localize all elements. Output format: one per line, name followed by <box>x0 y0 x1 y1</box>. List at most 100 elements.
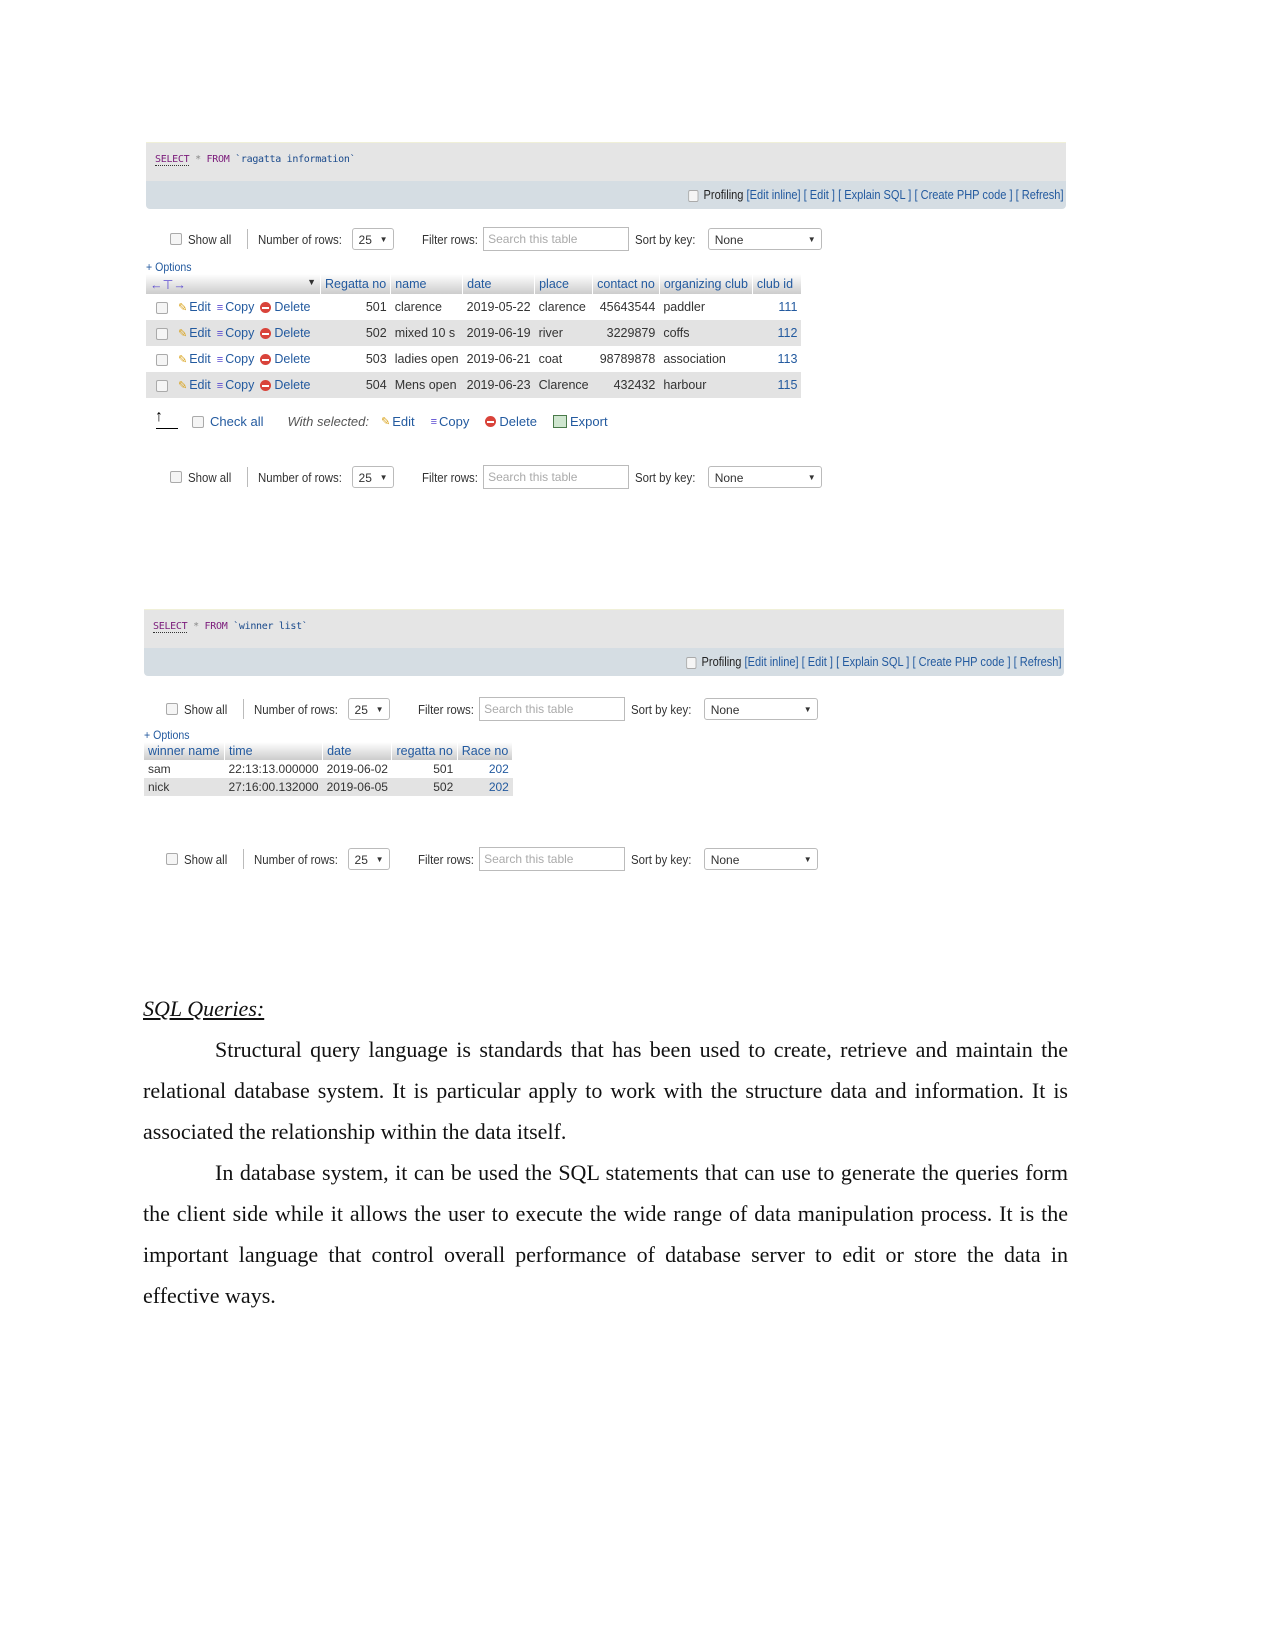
divider <box>243 849 245 869</box>
row-copy-link[interactable]: Copy <box>225 352 254 366</box>
row-delete-link[interactable]: Delete <box>274 300 310 314</box>
create-php-code-link[interactable]: [ Create PHP code ] <box>913 654 1011 669</box>
query-toolbar: Profiling [Edit inline] [ Edit ] [ Expla… <box>144 648 1064 676</box>
row-delete-link[interactable]: Delete <box>274 326 310 340</box>
row-checkbox[interactable] <box>156 301 168 314</box>
bottom-navigation-bar: Show all Number of rows: 25 ▼ Filter rows… <box>146 458 1066 494</box>
sql-keyword-select[interactable]: SELECT <box>155 154 190 166</box>
show-all-checkbox[interactable] <box>166 703 178 715</box>
cell-date: 2019-06-02 <box>322 760 392 778</box>
options-toggle[interactable]: + Options <box>146 260 956 274</box>
table-row: nick 27:16:00.132000 2019-06-05 502 202 <box>144 778 513 796</box>
bulk-export-button[interactable]: Export <box>570 414 608 429</box>
column-header-date[interactable]: date <box>462 274 536 294</box>
filter-rows-input[interactable]: Search this table <box>479 847 626 871</box>
row-edit-link[interactable]: Edit <box>189 326 211 340</box>
dropdown-arrow-icon: ▼ <box>807 235 816 244</box>
row-delete-link[interactable]: Delete <box>274 378 310 392</box>
dropdown-arrow-icon: ▼ <box>375 855 384 864</box>
row-delete-link[interactable]: Delete <box>274 352 310 366</box>
number-of-rows-select[interactable]: 25 ▼ <box>347 698 390 720</box>
check-all-label[interactable]: Check all <box>210 414 263 429</box>
refresh-link[interactable]: [ Refresh] <box>1014 654 1062 669</box>
cell-regatta-no: 502 <box>391 778 458 796</box>
row-checkbox[interactable] <box>156 353 168 366</box>
cell-club-id[interactable]: 111 <box>752 294 802 320</box>
row-checkbox[interactable] <box>156 327 168 340</box>
row-edit-link[interactable]: Edit <box>189 378 211 392</box>
sort-by-key-select[interactable]: None ▼ <box>707 466 822 488</box>
number-of-rows-select[interactable]: 25 ▼ <box>351 228 394 250</box>
row-copy-link[interactable]: Copy <box>225 326 254 340</box>
column-header-name[interactable]: name <box>390 274 464 294</box>
cell-place: Clarence <box>534 372 593 398</box>
cell-race-no[interactable]: 202 <box>457 778 513 796</box>
sort-by-key-select[interactable]: None ▼ <box>703 848 818 870</box>
number-of-rows-select[interactable]: 25 ▼ <box>347 848 390 870</box>
check-all-checkbox[interactable] <box>192 415 204 428</box>
column-header-race-no[interactable]: Race no <box>457 742 514 760</box>
sql-query-text: SELECT * FROM `ragatta information` <box>155 154 356 166</box>
divider <box>247 467 249 487</box>
sort-by-key-label: Sort by key: <box>635 231 696 247</box>
options-toggle[interactable]: + Options <box>144 728 954 742</box>
column-header-time[interactable]: time <box>224 742 324 760</box>
bulk-copy-button[interactable]: Copy <box>439 414 469 429</box>
profiling-checkbox[interactable] <box>688 189 699 202</box>
filter-rows-input[interactable]: Search this table <box>483 465 630 489</box>
row-copy-link[interactable]: Copy <box>225 300 254 314</box>
explain-sql-link[interactable]: [ Explain SQL ] <box>837 654 910 669</box>
cell-club-id[interactable]: 112 <box>752 320 802 346</box>
sort-by-key-select[interactable]: None ▼ <box>703 698 818 720</box>
edit-inline-link[interactable]: [Edit inline] <box>747 187 801 202</box>
document-body: SQL Queries: Structural query language i… <box>143 988 1068 1316</box>
show-all-checkbox[interactable] <box>170 233 182 245</box>
number-of-rows-label: Number of rows: <box>254 701 339 717</box>
cell-club-id[interactable]: 113 <box>752 346 802 372</box>
bulk-delete-button[interactable]: Delete <box>499 414 537 429</box>
filter-rows-input[interactable]: Search this table <box>483 227 630 251</box>
edit-inline-link[interactable]: [Edit inline] <box>745 654 799 669</box>
row-copy-link[interactable]: Copy <box>225 378 254 392</box>
column-header-place[interactable]: place <box>534 274 594 294</box>
refresh-link[interactable]: [ Refresh] <box>1016 187 1064 202</box>
sort-by-key-select[interactable]: None ▼ <box>707 228 822 250</box>
show-all-checkbox[interactable] <box>170 471 182 483</box>
divider <box>247 229 249 249</box>
column-header-regatta-no[interactable]: Regatta no <box>320 274 392 294</box>
cell-name: clarence <box>390 294 463 320</box>
bulk-actions-bar: Check all With selected: ✎Edit ≡Copy Del… <box>146 408 1066 438</box>
cell-race-no[interactable]: 202 <box>457 760 513 778</box>
sql-keyword-select[interactable]: SELECT <box>153 621 188 633</box>
column-header-date[interactable]: date <box>322 742 393 760</box>
explain-sql-link[interactable]: [ Explain SQL ] <box>839 187 912 202</box>
column-header-club-id[interactable]: club id <box>752 274 802 294</box>
top-navigation-bar: Show all Number of rows: 25 ▼ Filter rows… <box>146 220 1066 256</box>
show-all-checkbox[interactable] <box>166 853 178 865</box>
column-header-regatta-no[interactable]: regatta no <box>391 742 458 760</box>
column-header-winner-name[interactable]: winner name <box>144 742 225 760</box>
filter-rows-input[interactable]: Search this table <box>479 697 626 721</box>
column-header-contact-no[interactable]: contact no <box>592 274 660 294</box>
bulk-edit-button[interactable]: Edit <box>392 414 414 429</box>
cell-name: ladies open <box>390 346 463 372</box>
row-checkbox[interactable] <box>156 379 168 392</box>
sort-filter-icon[interactable]: ▼ <box>307 277 316 287</box>
column-resize-header[interactable]: ←⊤→ ▼ <box>146 274 322 294</box>
edit-link[interactable]: [ Edit ] <box>804 187 835 202</box>
column-header-organizing-club[interactable]: organizing club <box>659 274 753 294</box>
regatta-table: ←⊤→ ▼ Regatta no name date place contact … <box>146 274 802 398</box>
cell-club-id[interactable]: 115 <box>752 372 802 398</box>
create-php-code-link[interactable]: [ Create PHP code ] <box>915 187 1013 202</box>
number-of-rows-select[interactable]: 25 ▼ <box>351 466 394 488</box>
row-edit-link[interactable]: Edit <box>189 300 211 314</box>
dropdown-arrow-icon: ▼ <box>803 705 812 714</box>
row-edit-link[interactable]: Edit <box>189 352 211 366</box>
edit-link[interactable]: [ Edit ] <box>802 654 833 669</box>
cell-date: 2019-06-23 <box>462 372 535 398</box>
table-row: ✎ Edit ≡ Copy Delete 502 mixed 10 s 2019-06-… <box>146 320 802 346</box>
cell-date: 2019-06-05 <box>322 778 392 796</box>
cell-time: 27:16:00.132000 <box>224 778 323 796</box>
profiling-checkbox[interactable] <box>686 656 697 669</box>
pencil-icon: ✎ <box>381 416 391 428</box>
